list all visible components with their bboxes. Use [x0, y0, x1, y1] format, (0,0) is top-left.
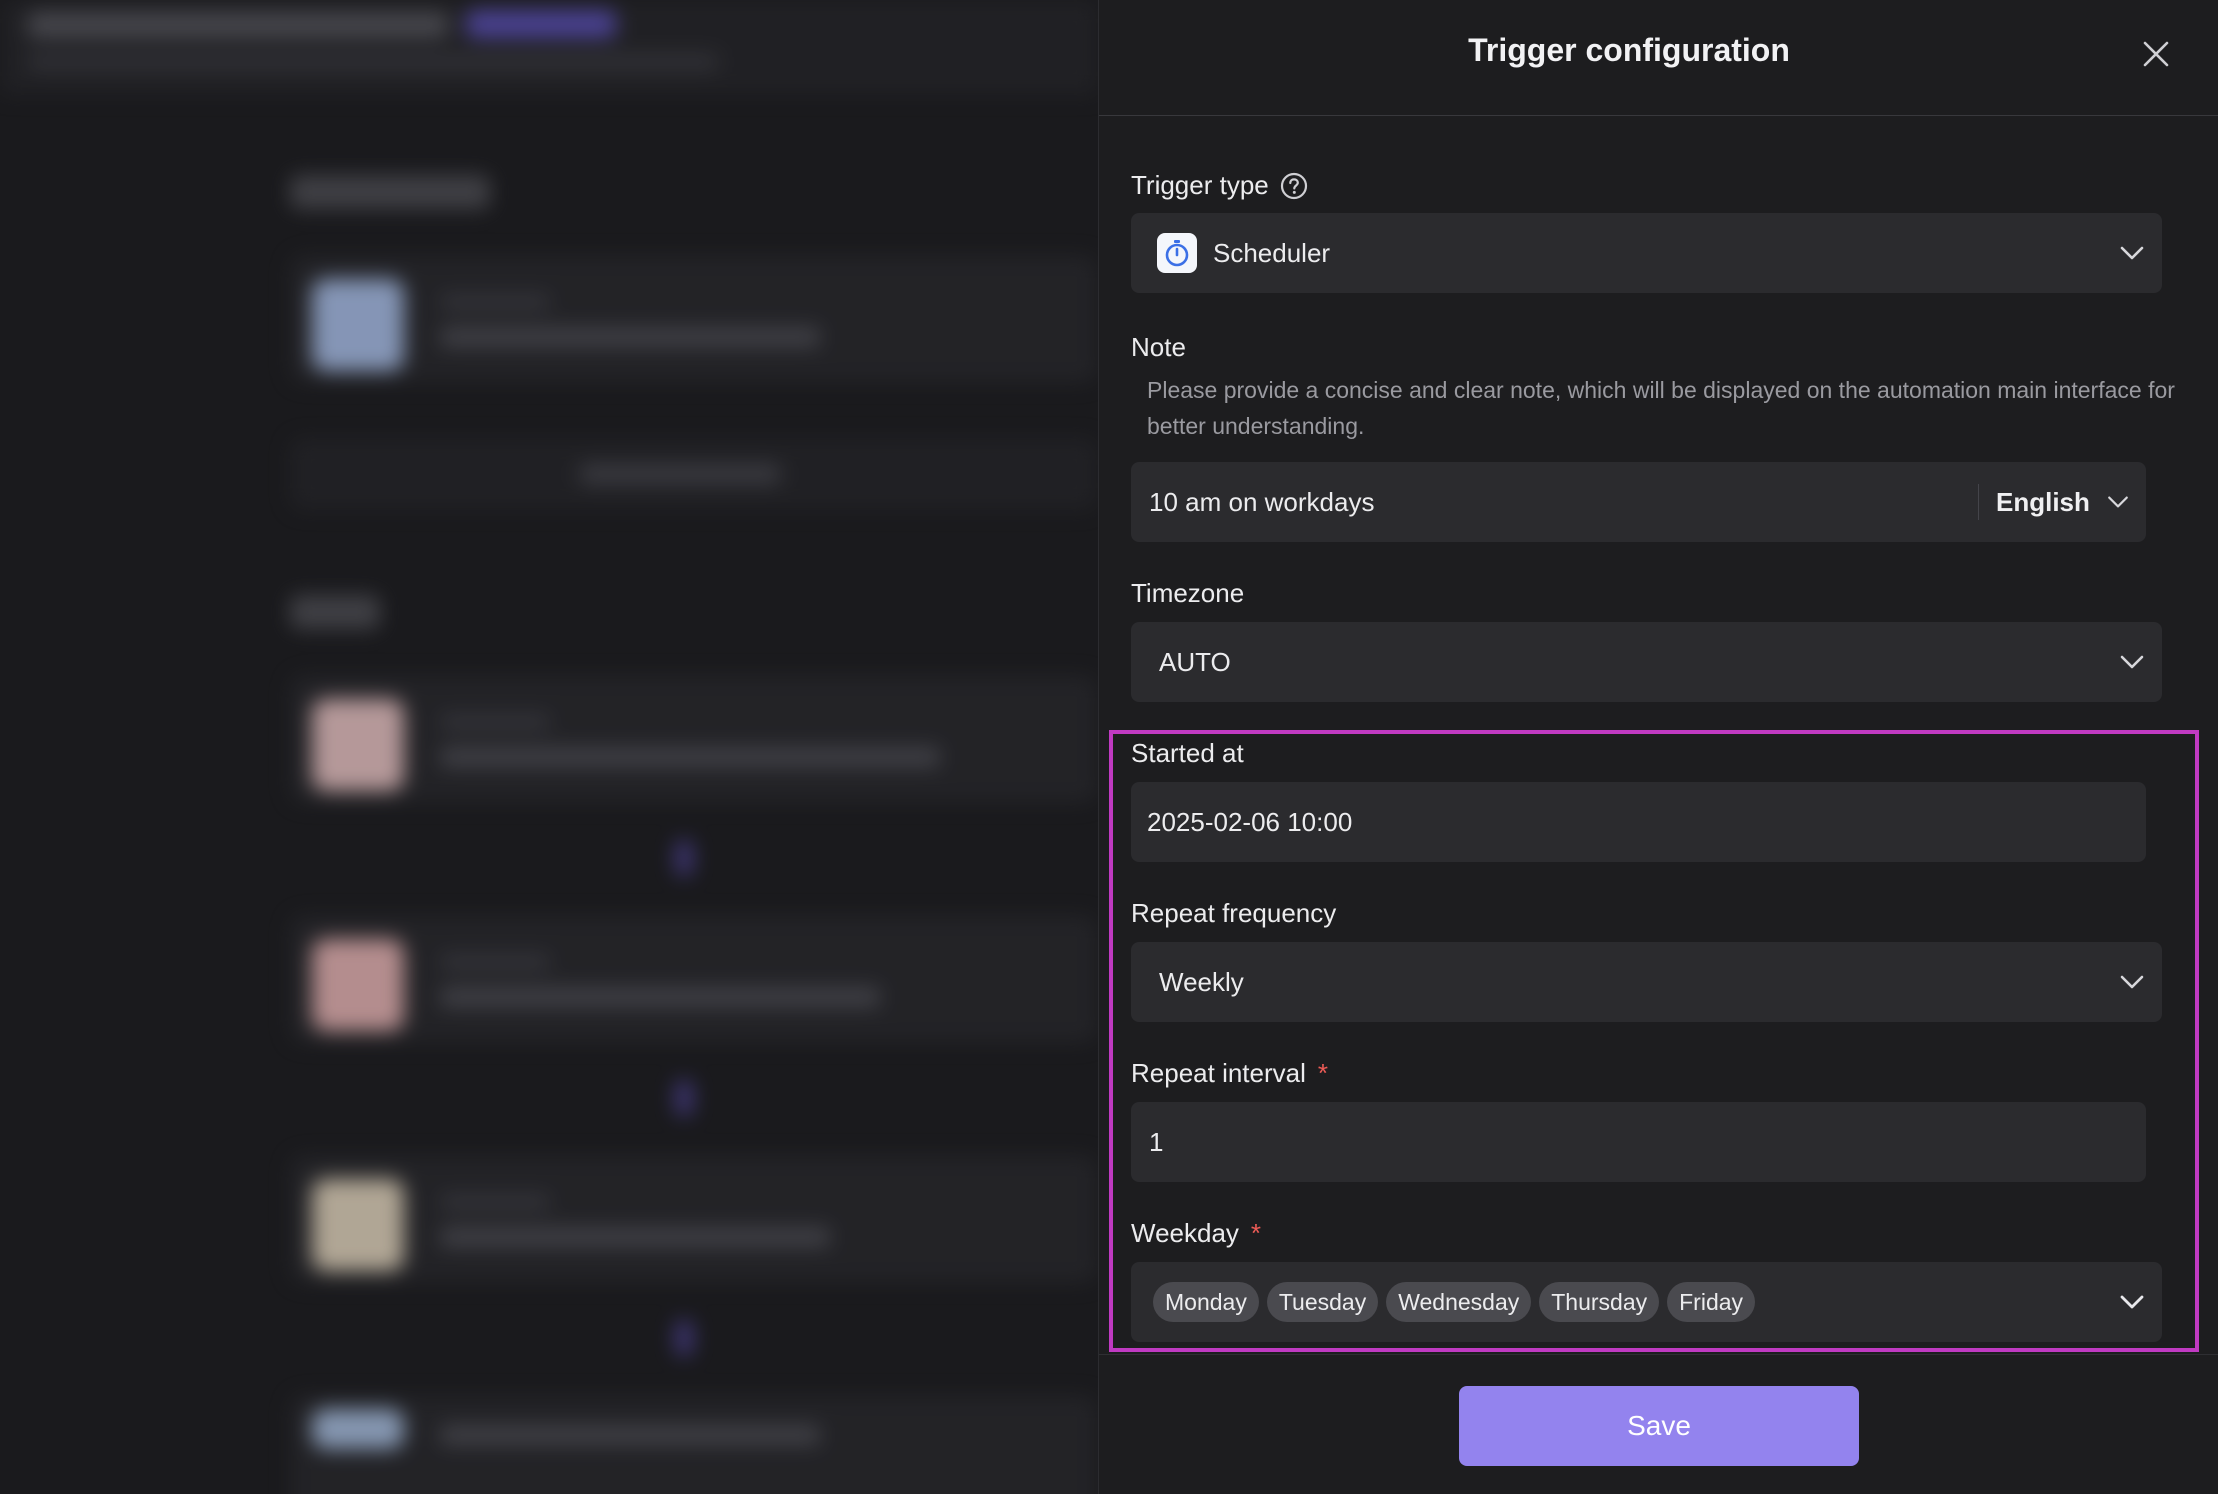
- repeat-frequency-label-text: Repeat frequency: [1131, 898, 1337, 928]
- background-card: [290, 675, 1098, 803]
- started-at-label: Started at: [1131, 738, 1244, 769]
- footer-divider: [1099, 1354, 2218, 1355]
- background-heading: [290, 595, 380, 629]
- close-button[interactable]: [2134, 32, 2178, 76]
- note-label: Note: [1131, 332, 1186, 363]
- started-at-label-text: Started at: [1131, 738, 1244, 768]
- started-at-input[interactable]: 2025-02-06 10:00: [1131, 782, 2146, 862]
- trigger-type-label: Trigger type: [1131, 170, 1309, 201]
- background-card: [290, 915, 1098, 1043]
- weekday-tag-tuesday[interactable]: Tuesday: [1266, 1282, 1379, 1322]
- weekday-tag-wednesday[interactable]: Wednesday: [1386, 1282, 1532, 1322]
- weekday-tag-friday[interactable]: Friday: [1667, 1282, 1756, 1322]
- timezone-label-text: Timezone: [1131, 578, 1245, 608]
- note-label-text: Note: [1131, 332, 1186, 362]
- repeat-frequency-value: Weekly: [1159, 966, 1244, 997]
- note-help-text: Please provide a concise and clear note,…: [1147, 377, 2175, 439]
- trigger-type-select[interactable]: Scheduler: [1131, 213, 2162, 293]
- weekday-tag-thursday[interactable]: Thursday: [1539, 1282, 1660, 1322]
- chevron-down-icon: [2120, 655, 2144, 669]
- trigger-configuration-drawer: Trigger configuration Trigger type Sched…: [1098, 0, 2218, 1494]
- required-mark: *: [1317, 1058, 1329, 1088]
- note-input[interactable]: 10 am on workdays: [1149, 487, 1374, 518]
- weekday-tag-monday[interactable]: Monday: [1153, 1282, 1259, 1322]
- background-content: [0, 0, 1098, 1494]
- drawer-title: Trigger configuration: [1468, 32, 1790, 68]
- repeat-interval-value: 1: [1149, 1126, 1164, 1157]
- trigger-type-value: Scheduler: [1213, 237, 1331, 268]
- language-divider: [1978, 484, 1979, 520]
- repeat-interval-input[interactable]: 1: [1131, 1102, 2146, 1182]
- chevron-down-icon: [2120, 246, 2144, 260]
- required-mark: *: [1250, 1218, 1262, 1248]
- background-card: [290, 255, 1098, 383]
- background-header: [0, 0, 1098, 95]
- timezone-label: Timezone: [1131, 578, 1244, 609]
- save-button[interactable]: Save: [1459, 1386, 1859, 1466]
- weekday-label: Weekday *: [1131, 1218, 1261, 1249]
- blurred-background: [0, 0, 1098, 1494]
- chevron-down-icon: [2120, 1295, 2144, 1309]
- chevron-down-icon: [2120, 975, 2144, 989]
- background-card: [290, 1155, 1098, 1283]
- repeat-interval-label: Repeat interval *: [1131, 1058, 1328, 1089]
- weekday-multiselect[interactable]: Monday Tuesday Wednesday Thursday Friday: [1131, 1262, 2162, 1342]
- close-icon: [2143, 41, 2169, 67]
- repeat-interval-label-text: Repeat interval: [1131, 1058, 1306, 1088]
- background-card: [290, 1395, 1098, 1494]
- timezone-select[interactable]: AUTO: [1131, 622, 2162, 702]
- started-at-value: 2025-02-06 10:00: [1147, 806, 1353, 837]
- weekday-tags: Monday Tuesday Wednesday Thursday Friday: [1131, 1282, 1756, 1322]
- background-card: [290, 438, 1098, 510]
- trigger-type-label-text: Trigger type: [1131, 170, 1269, 200]
- language-value: English: [1996, 486, 2090, 517]
- note-field: 10 am on workdays English: [1131, 462, 2146, 542]
- timezone-value: AUTO: [1159, 646, 1231, 677]
- repeat-frequency-label: Repeat frequency: [1131, 898, 1336, 929]
- drawer-header: Trigger configuration: [1099, 0, 2218, 116]
- language-select[interactable]: English: [1996, 462, 2132, 542]
- background-heading: [290, 175, 490, 209]
- chevron-down-icon: [2108, 496, 2128, 508]
- repeat-frequency-select[interactable]: Weekly: [1131, 942, 2162, 1022]
- question-circle-icon[interactable]: [1279, 171, 1309, 201]
- weekday-label-text: Weekday: [1131, 1218, 1239, 1248]
- stopwatch-icon: [1157, 233, 1197, 273]
- page: Trigger configuration Trigger type Sched…: [0, 0, 2218, 1494]
